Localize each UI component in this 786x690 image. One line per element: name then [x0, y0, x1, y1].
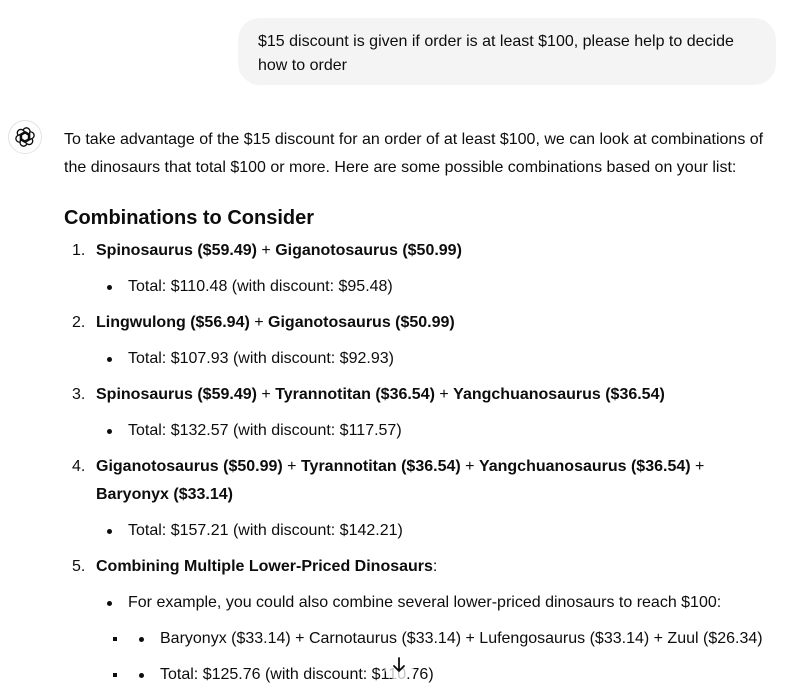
- total-item: Total: $157.21 (with discount: $142.21): [96, 517, 776, 545]
- nested-item-text: Baryonyx ($33.14) + Carnotaurus ($33.14)…: [160, 630, 763, 647]
- dinosaur-price: Tyrannotitan ($36.54): [275, 386, 435, 403]
- combination-sublist: Total: $107.93 (with discount: $92.93): [96, 345, 776, 373]
- dinosaur-price: Giganotosaurus ($50.99): [96, 458, 283, 475]
- total-text: Total: $132.57 (with discount: $117.57): [128, 422, 402, 439]
- combination-sublist: Total: $132.57 (with discount: $117.57): [96, 417, 776, 445]
- assistant-avatar: [8, 120, 42, 154]
- arrow-down-icon: [393, 657, 405, 672]
- nested-item: Total: $125.76 (with discount: $110.76): [128, 661, 776, 689]
- dinosaur-price: Giganotosaurus ($50.99): [268, 314, 455, 331]
- intro-line: To take advantage of the $15 discount fo…: [64, 131, 764, 148]
- assistant-message: To take advantage of the $15 discount fo…: [64, 126, 776, 690]
- combination-title: Spinosaurus ($59.49) + Tyrannotitan ($36…: [96, 381, 776, 409]
- plus-sign: +: [249, 314, 269, 331]
- plus-sign: +: [256, 386, 276, 403]
- dinosaur-price: Giganotosaurus ($50.99): [275, 242, 462, 259]
- bullet-dot: [139, 673, 144, 678]
- bullet-dot: [107, 529, 112, 534]
- bullet-dot: [107, 429, 112, 434]
- item-number: 4.: [72, 458, 86, 475]
- dinosaur-price: Spinosaurus ($59.49): [96, 242, 257, 259]
- user-message-line: how to order: [258, 57, 347, 74]
- user-message-line: $15 discount is given if order is at lea…: [258, 33, 734, 50]
- total-item: Total: $110.48 (with discount: $95.48): [96, 273, 776, 301]
- total-text: Total: $110.48 (with discount: $95.48): [128, 278, 393, 295]
- combinations-list-continued: 5. Combining Multiple Lower-Priced Dinos…: [64, 553, 776, 689]
- dinosaur-price: Baryonyx ($33.14): [96, 486, 233, 503]
- example-text: For example, you could also combine seve…: [128, 594, 722, 611]
- item-number: 2.: [72, 314, 86, 331]
- dinosaur-price: Tyrannotitan ($36.54): [300, 458, 461, 475]
- total-text: Total: $157.21 (with discount: $142.21): [128, 522, 403, 539]
- total-text: Total: $107.93 (with discount: $92.93): [128, 350, 394, 367]
- plus-sign: +: [460, 458, 479, 475]
- item-number: 1.: [72, 242, 86, 259]
- combination-title: Lingwulong ($56.94) + Giganotosaurus ($5…: [96, 309, 776, 337]
- intro-line: the dinosaurs that total $100 or more. H…: [64, 159, 737, 176]
- plus-sign: +: [256, 242, 276, 259]
- nested-item: Baryonyx ($33.14) + Carnotaurus ($33.14)…: [128, 625, 776, 653]
- combination-item: 4. Giganotosaurus ($50.99) + Tyrannotitan…: [64, 453, 776, 545]
- plus-sign: +: [434, 386, 454, 403]
- plus-sign: +: [282, 458, 301, 475]
- dinosaur-price: Yangchuanosaurus ($36.54): [453, 386, 665, 403]
- chat-page: $15 discount is given if order is at lea…: [0, 0, 786, 690]
- combination-title: Giganotosaurus ($50.99) + Tyrannotitan (…: [96, 453, 776, 509]
- combination-sublist: Total: $110.48 (with discount: $95.48): [96, 273, 776, 301]
- bullet-dot: [107, 285, 112, 290]
- combinations-list: 1. Spinosaurus ($59.49) + Giganotosaurus …: [64, 237, 776, 545]
- combination-item: 1. Spinosaurus ($59.49) + Giganotosaurus …: [64, 237, 776, 301]
- combination-title: Spinosaurus ($59.49) + Giganotosaurus ($…: [96, 237, 776, 265]
- total-item: Total: $132.57 (with discount: $117.57): [96, 417, 776, 445]
- total-item: Total: $107.93 (with discount: $92.93): [96, 345, 776, 373]
- bullet-dot: [139, 637, 144, 642]
- combination-title-colon: :: [432, 558, 438, 575]
- example-item: For example, you could also combine seve…: [96, 589, 776, 689]
- bullet-dot: [107, 357, 112, 362]
- dinosaur-price: Spinosaurus ($59.49): [96, 386, 257, 403]
- scroll-down-button[interactable]: [384, 650, 414, 680]
- item-number: 3.: [72, 386, 86, 403]
- openai-logo-icon: [15, 127, 35, 147]
- section-heading: Combinations to Consider: [64, 207, 314, 229]
- combination-title: Combining Multiple Lower-Priced Dinosaur…: [96, 553, 776, 581]
- plus-sign: +: [690, 458, 705, 475]
- intro-paragraph: To take advantage of the $15 discount fo…: [64, 126, 776, 182]
- combination-item: 2. Lingwulong ($56.94) + Giganotosaurus (…: [64, 309, 776, 373]
- combination-sublist: Total: $157.21 (with discount: $142.21): [96, 517, 776, 545]
- combination-title-bold: Combining Multiple Lower-Priced Dinosaur…: [96, 558, 433, 575]
- combination-item: 3. Spinosaurus ($59.49) + Tyrannotitan ($…: [64, 381, 776, 445]
- user-message-bubble: $15 discount is given if order is at lea…: [238, 18, 776, 85]
- bullet-dot: [107, 601, 112, 606]
- dinosaur-price: Yangchuanosaurus ($36.54): [478, 458, 691, 475]
- combination-sublist: For example, you could also combine seve…: [96, 589, 776, 689]
- nested-sublist: Baryonyx ($33.14) + Carnotaurus ($33.14)…: [128, 625, 776, 689]
- dinosaur-price: Lingwulong ($56.94): [96, 314, 250, 331]
- combination-item: 5. Combining Multiple Lower-Priced Dinos…: [64, 553, 776, 689]
- item-number: 5.: [72, 558, 86, 575]
